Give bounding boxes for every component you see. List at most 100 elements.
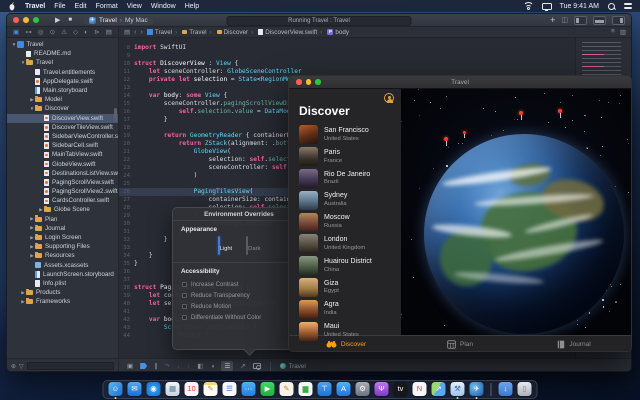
checkbox[interactable] bbox=[182, 282, 187, 287]
line-number[interactable]: 37 bbox=[119, 276, 134, 284]
file-tree-item-discoverview-swift[interactable]: DiscoverView.swift bbox=[7, 114, 118, 123]
breakpoints-toggle-icon[interactable] bbox=[140, 363, 147, 369]
menu-item-format[interactable]: Format bbox=[96, 3, 118, 10]
line-number[interactable]: 8 bbox=[119, 44, 134, 52]
line-number[interactable]: 10 bbox=[119, 60, 134, 68]
line-number[interactable]: 32 bbox=[119, 236, 134, 244]
line-number[interactable]: 40 bbox=[119, 300, 134, 308]
dock-item-app-store[interactable]: A bbox=[337, 382, 351, 396]
line-number[interactable]: 13 bbox=[119, 84, 134, 92]
line-number[interactable]: 41 bbox=[119, 308, 134, 316]
scheme-selector[interactable]: ✈ Travel › My Mac bbox=[84, 15, 153, 25]
line-number[interactable]: 15 bbox=[119, 100, 134, 108]
toggle-debug-area-button[interactable] bbox=[593, 16, 606, 25]
navigator-scrollbar[interactable] bbox=[114, 108, 117, 122]
appearance-mode-light[interactable]: Light bbox=[218, 237, 233, 255]
navigator-tab-test-navigator[interactable]: ◇ bbox=[73, 27, 78, 38]
profile-button[interactable] bbox=[384, 93, 394, 103]
simulate-location-icon[interactable]: ↗ bbox=[240, 362, 245, 370]
city-list-item-sydney[interactable]: Sydney Australia bbox=[289, 189, 401, 211]
city-list-item-huairou-district[interactable]: Huairou District China bbox=[289, 255, 401, 277]
file-tree-item-travel[interactable]: ▼Travel bbox=[7, 40, 118, 49]
navigator-tab-project-navigator[interactable]: ▣ bbox=[13, 27, 19, 38]
related-items-icon[interactable]: ▤ bbox=[124, 28, 130, 36]
debug-view-hierarchy-icon[interactable]: ◧ bbox=[197, 362, 203, 370]
city-list-item-moscow[interactable]: Moscow Russia bbox=[289, 211, 401, 233]
map-pin[interactable] bbox=[558, 109, 562, 113]
dock-item-calendar[interactable]: 10 bbox=[185, 382, 199, 396]
checkbox[interactable] bbox=[182, 304, 187, 309]
line-number[interactable]: 11 bbox=[119, 68, 134, 76]
city-list-item-rio-de-janeiro[interactable]: Rio De Janeiro Brazil bbox=[289, 168, 401, 190]
appearance-mode-dark[interactable]: Dark bbox=[246, 237, 260, 255]
apple-menu-icon[interactable] bbox=[8, 2, 16, 11]
file-tree-item-sidebarcell-swift[interactable]: SidebarCell.swift bbox=[7, 141, 118, 150]
control-center-icon[interactable] bbox=[624, 3, 632, 9]
dock-item-keynote[interactable]: ⊤ bbox=[318, 382, 332, 396]
navigator-tab-report-navigator[interactable]: ▤ bbox=[106, 27, 112, 38]
file-tree-item-globeview-swift[interactable]: GlobeView.swift bbox=[7, 159, 118, 168]
dock-item-system-preferences[interactable]: ⚙ bbox=[356, 382, 370, 396]
file-tree-item-travel[interactable]: ▼Travel bbox=[7, 58, 118, 67]
checkbox[interactable] bbox=[182, 293, 187, 298]
city-list-item-giza[interactable]: Giza Egypt bbox=[289, 277, 401, 299]
back-button[interactable]: ‹ bbox=[134, 29, 136, 36]
line-number[interactable]: 33 bbox=[119, 244, 134, 252]
spotlight-search-icon[interactable] bbox=[607, 2, 616, 11]
dock-item-facetime[interactable]: ▶ bbox=[261, 382, 275, 396]
menu-item-view[interactable]: View bbox=[127, 3, 142, 10]
dock-item-numbers[interactable]: ▆ bbox=[299, 382, 313, 396]
navigator-tab-debug-navigator[interactable]: ◐ bbox=[84, 27, 88, 38]
navigator-tab-symbol-navigator[interactable]: ◎ bbox=[38, 27, 44, 38]
file-tree-item-discovertileview-swift[interactable]: DiscoverTileView.swift bbox=[7, 123, 118, 132]
file-tree-item-plan[interactable]: ▶Plan bbox=[7, 215, 118, 224]
dock-item-travel[interactable]: ✈ bbox=[470, 382, 484, 396]
line-number[interactable]: 16 bbox=[119, 108, 134, 116]
line-number[interactable]: 23 bbox=[119, 164, 134, 172]
map-pin[interactable] bbox=[519, 111, 523, 115]
minimap-toggle-icon[interactable]: ▥ bbox=[620, 28, 626, 36]
city-list-item-agra[interactable]: Agra India bbox=[289, 298, 401, 320]
line-number[interactable]: 35 bbox=[119, 260, 134, 268]
tab-plan[interactable]: Plan bbox=[403, 340, 517, 349]
file-tree-item-login-screen[interactable]: ▶Login Screen bbox=[7, 233, 118, 242]
file-tree-item-cardscontroller-swift[interactable]: CardsController.swift bbox=[7, 196, 118, 205]
filter-add-icon[interactable]: ⊕ bbox=[11, 363, 16, 370]
file-tree-item-journal[interactable]: ▶Journal bbox=[7, 224, 118, 233]
dock-item-xcode[interactable]: ⚒ bbox=[451, 382, 465, 396]
file-tree-item-main-storyboard[interactable]: Main.storyboard bbox=[7, 86, 118, 95]
stop-button[interactable]: ■ bbox=[68, 14, 72, 27]
dock-item-trash[interactable]: ▯ bbox=[518, 382, 532, 396]
globe-view[interactable] bbox=[401, 89, 631, 335]
run-button[interactable]: ▶ bbox=[55, 14, 60, 27]
menu-item-travel[interactable]: Travel bbox=[25, 3, 45, 10]
dock-item-mail[interactable]: ✉ bbox=[128, 382, 142, 396]
file-tree-item-model[interactable]: ▶Model bbox=[7, 95, 118, 104]
line-number[interactable]: 22 bbox=[119, 156, 134, 164]
toggle-inspector-button[interactable] bbox=[612, 16, 625, 25]
line-number[interactable]: 34 bbox=[119, 252, 134, 260]
display-icon[interactable] bbox=[542, 3, 552, 10]
line-number[interactable]: 21 bbox=[119, 148, 134, 156]
city-list-item-san-francisco[interactable]: San Francisco United States bbox=[289, 124, 401, 146]
dock-item-downloads-folder[interactable]: ↓ bbox=[499, 382, 513, 396]
file-tree-item-discover[interactable]: ▼Discover bbox=[7, 104, 118, 113]
line-number[interactable]: 38 bbox=[119, 284, 134, 292]
line-number[interactable]: 14 bbox=[119, 92, 134, 100]
breadcrumb-segment-body[interactable]: P body bbox=[317, 29, 349, 36]
line-number[interactable]: 29 bbox=[119, 212, 134, 220]
minimize-button[interactable] bbox=[23, 17, 29, 23]
line-number[interactable]: 18 bbox=[119, 124, 134, 132]
library-add-button[interactable]: + bbox=[550, 14, 555, 27]
line-number[interactable]: 28 bbox=[119, 204, 134, 212]
file-tree-item-globe-scene[interactable]: ▶Globe Scene bbox=[7, 205, 118, 214]
file-tree-item-products[interactable]: ▶Products bbox=[7, 288, 118, 297]
dock-item-messages[interactable]: ⋯ bbox=[242, 382, 256, 396]
line-number[interactable]: 30 bbox=[119, 220, 134, 228]
file-tree-item-destinationslistview-swift[interactable]: DestinationsListView.swift bbox=[7, 169, 118, 178]
earth-globe[interactable] bbox=[424, 134, 624, 334]
dock-item-divider[interactable] bbox=[491, 383, 492, 396]
dock-item-notes[interactable]: ✎ bbox=[204, 382, 218, 396]
file-tree-item-supporting-files[interactable]: ▶Supporting Files bbox=[7, 242, 118, 251]
line-number[interactable]: 31 bbox=[119, 228, 134, 236]
